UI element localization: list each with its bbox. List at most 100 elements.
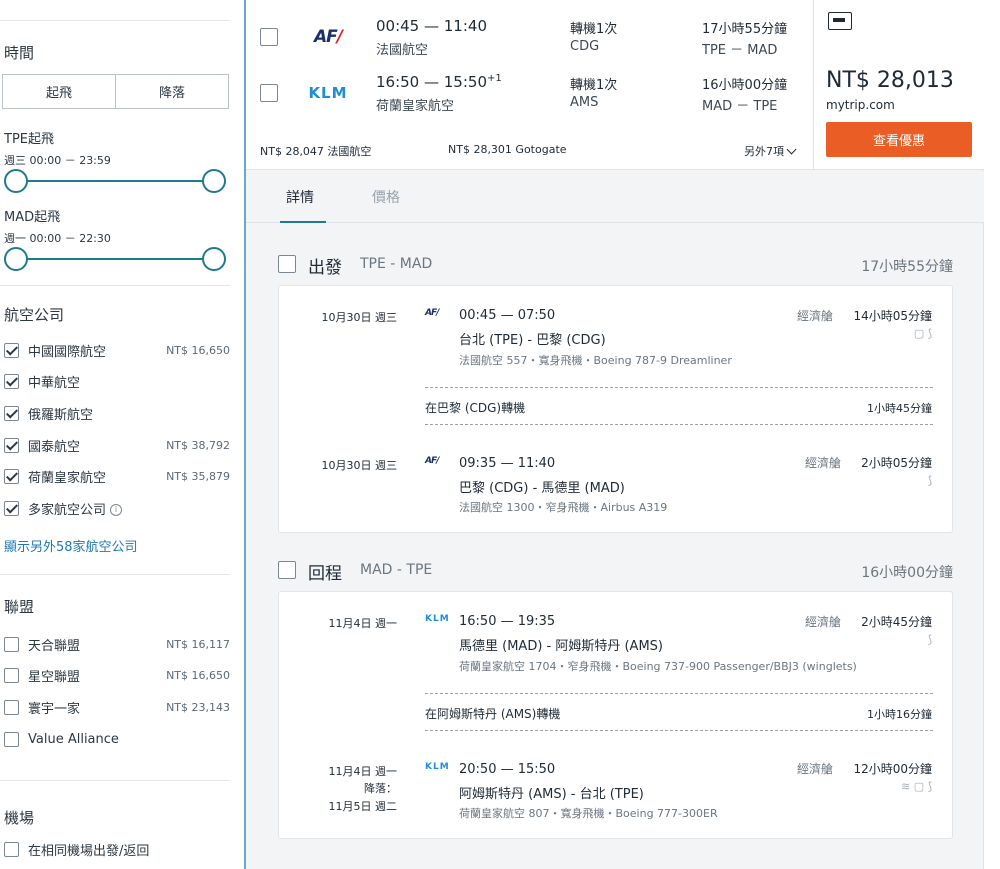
depart-select-checkbox[interactable] — [278, 255, 296, 273]
vendor-name: mytrip.com — [826, 98, 895, 112]
airline-name: 荷蘭皇家航空 — [28, 470, 107, 486]
tpe-departure-label: TPE起飛 — [4, 132, 54, 147]
airline-price: NT$ 38,792 — [166, 438, 230, 452]
depart-route: TPE - MAD — [360, 256, 433, 272]
alliance-heading: 聯盟 — [4, 598, 35, 616]
inbound-stops: 轉機1次 — [570, 78, 618, 93]
leg-cities: 巴黎 (CDG) - 馬德里 (MAD) — [459, 481, 625, 496]
inbound-via: AMS — [570, 95, 599, 110]
select-checkbox[interactable] — [260, 84, 278, 102]
show-more-airlines-link[interactable]: 顯示另外58家航空公司 — [4, 536, 138, 555]
leg-duration: 2小時05分鐘 — [861, 456, 932, 470]
slider-handle-start[interactable] — [4, 247, 28, 271]
cabin-class: 經濟艙 — [805, 615, 842, 629]
connection-divider — [425, 730, 933, 731]
airline-filter-item[interactable]: 俄羅斯航空 — [4, 403, 230, 423]
klm-mini-logo: KLM — [425, 762, 450, 772]
leg-date: 11月4日 週一 — [328, 617, 398, 630]
divider — [0, 574, 230, 575]
view-deal-button[interactable]: 查看優惠 — [826, 122, 972, 157]
checkbox[interactable] — [4, 667, 19, 683]
segment-depart[interactable]: 起飛 — [3, 75, 116, 108]
return-select-checkbox[interactable] — [278, 561, 296, 579]
checkbox[interactable] — [4, 731, 19, 747]
alliance-filter-item[interactable]: Value Alliance — [4, 729, 230, 749]
klm-mini-logo: KLM — [425, 614, 450, 624]
alternative-prices: NT$ 28,047 法國航空 NT$ 28,301 Gotogate — [260, 143, 567, 159]
alt-price-1[interactable]: NT$ 28,047 法國航空 — [260, 145, 371, 158]
flight-result-card: AF/ 00:45 — 11:40 法國航空 轉機1次 CDG 17小時55分鐘… — [246, 0, 984, 170]
inbound-times-wrap: 16:50 — 15:50+1 — [376, 73, 502, 91]
alliance-filter-item[interactable]: 寰宇一家 NT$ 23,143 — [4, 697, 230, 717]
more-options-toggle[interactable]: 另外7項 — [744, 143, 797, 159]
inbound-duration: 16小時00分鐘 — [702, 78, 788, 93]
checkbox[interactable] — [4, 636, 19, 652]
same-airport-filter[interactable]: 在相同機場出發/返回 — [4, 839, 230, 859]
slider-track — [16, 180, 214, 182]
slider-handle-start[interactable] — [4, 169, 28, 193]
airline-filter-item[interactable]: 中國國際航空 NT$ 16,650 — [4, 340, 230, 360]
outbound-duration: 17小時55分鐘 — [702, 22, 788, 37]
checkbox[interactable] — [4, 373, 19, 389]
cabin-class: 經濟艙 — [805, 456, 842, 470]
slider-track — [16, 258, 214, 260]
tpe-time-slider[interactable] — [4, 169, 226, 193]
itinerary-summary: AF/ 00:45 — 11:40 法國航空 轉機1次 CDG 17小時55分鐘… — [246, 0, 812, 170]
segment-arrive[interactable]: 降落 — [116, 75, 228, 108]
info-icon[interactable]: i — [110, 504, 123, 516]
checkbox[interactable] — [4, 405, 19, 421]
return-route: MAD - TPE — [360, 562, 433, 578]
tab-prices[interactable]: 價格 — [372, 187, 400, 207]
airport-heading: 機場 — [4, 809, 35, 827]
checkbox[interactable] — [4, 437, 19, 453]
airline-price: NT$ 16,650 — [166, 343, 230, 357]
outbound-via: CDG — [570, 39, 600, 54]
inbound-row[interactable]: KLM 16:50 — 15:50+1 荷蘭皇家航空 轉機1次 AMS 16小時… — [246, 68, 812, 118]
slider-handle-end[interactable] — [202, 247, 226, 271]
same-airport-label: 在相同機場出發/返回 — [28, 843, 150, 859]
alt-price-2[interactable]: NT$ 28,301 Gotogate — [448, 143, 567, 156]
slider-handle-end[interactable] — [202, 169, 226, 193]
select-checkbox[interactable] — [260, 28, 278, 46]
alliance-filter-item[interactable]: 天合聯盟 NT$ 16,117 — [4, 634, 230, 654]
airline-filter-item[interactable]: 多家航空公司 i — [4, 498, 230, 518]
depart-legs-card: 10月30日 週三 AF/ 00:45 — 07:50 台北 (TPE) - 巴… — [278, 285, 953, 533]
outbound-row[interactable]: AF/ 00:45 — 11:40 法國航空 轉機1次 CDG 17小時55分鐘… — [246, 12, 812, 62]
cabin-bag-icon — [828, 12, 852, 30]
leg-times: 16:50 — 19:35 — [459, 614, 556, 629]
checkbox[interactable] — [4, 699, 19, 715]
depart-total-duration: 17小時55分鐘 — [861, 259, 953, 275]
outbound-stops: 轉機1次 — [570, 22, 618, 37]
connection-duration: 1小時16分鐘 — [867, 708, 932, 721]
more-options-label: 另外7項 — [744, 145, 784, 158]
air-france-logo: AF / — [314, 27, 343, 47]
airline-name: 俄羅斯航空 — [28, 407, 94, 423]
airline-filter-item[interactable]: 中華航空 — [4, 371, 230, 391]
return-legs-card: 11月4日 週一 KLM 16:50 — 19:35 馬德里 (MAD) - 阿… — [278, 591, 953, 839]
return-title: 回程 — [308, 564, 342, 584]
leg-flight-detail: 荷蘭皇家航空 807・寬身飛機・Boeing 777-300ER — [459, 807, 718, 820]
outbound-times: 00:45 — 11:40 — [376, 17, 487, 35]
depart-section-header: 出發 TPE - MAD 17小時55分鐘 — [278, 253, 953, 278]
time-heading: 時間 — [4, 44, 35, 62]
leg-times: 09:35 — 11:40 — [459, 456, 556, 471]
alliance-name: Value Alliance — [28, 731, 119, 747]
outbound-route: TPE － MAD — [702, 43, 778, 58]
checkbox[interactable] — [4, 500, 19, 516]
alliance-filter-item[interactable]: 星空聯盟 NT$ 16,650 — [4, 665, 230, 685]
leg-flight-detail: 荷蘭皇家航空 1704・窄身飛機・Boeing 737-900 Passenge… — [459, 660, 857, 673]
inbound-route: MAD － TPE — [702, 99, 778, 114]
airline-filter-item[interactable]: 國泰航空 NT$ 38,792 — [4, 435, 230, 455]
checkbox[interactable] — [4, 342, 19, 358]
cabin-class: 經濟艙 — [797, 762, 834, 776]
checkbox[interactable] — [4, 468, 19, 484]
return-total-duration: 16小時00分鐘 — [861, 565, 953, 581]
airline-filter-item[interactable]: 荷蘭皇家航空 NT$ 35,879 — [4, 466, 230, 486]
connection-divider — [425, 693, 933, 694]
airline-name: 多家航空公司 — [28, 502, 107, 518]
checkbox[interactable] — [4, 841, 19, 857]
mad-time-slider[interactable] — [4, 247, 226, 271]
tab-details[interactable]: 詳情 — [286, 187, 314, 207]
connection-duration: 1小時45分鐘 — [867, 402, 932, 415]
leg-date: 10月30日 週三 — [321, 311, 398, 324]
